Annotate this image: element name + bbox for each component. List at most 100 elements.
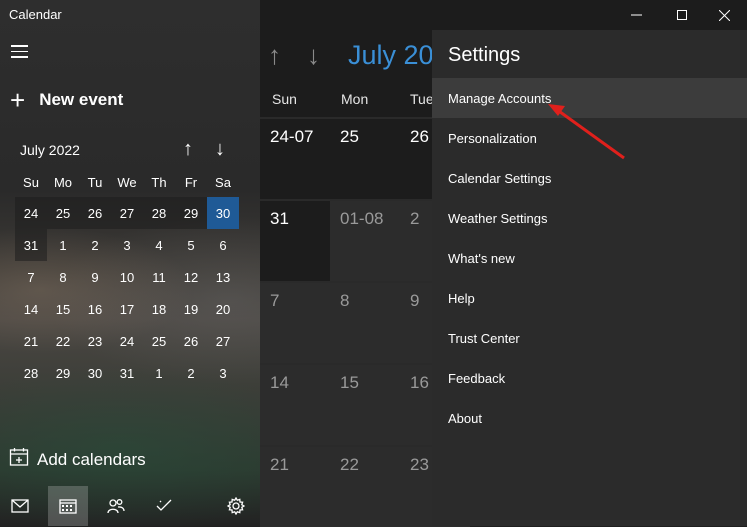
mini-calendar-day[interactable]: 27 [111, 197, 143, 229]
mini-calendar-day[interactable]: 17 [111, 293, 143, 325]
sidebar: Calendar + New event July 2022 ↑ ↓ Su Mo… [0, 0, 260, 526]
mini-calendar-day[interactable]: 24 [15, 197, 47, 229]
mini-calendar-day[interactable]: 31 [15, 229, 47, 261]
mini-calendar-day[interactable]: 31 [111, 357, 143, 389]
mini-calendar-week: 31 1 2 3 4 5 6 [15, 229, 239, 261]
day-cell[interactable]: 24-07 [260, 119, 330, 199]
mini-calendar-day[interactable]: 28 [15, 357, 47, 389]
weekday-header-row: Su Mo Tu We Th Fr Sa [15, 167, 239, 197]
day-number: 22 [340, 455, 359, 474]
mini-calendar-day[interactable]: 29 [47, 357, 79, 389]
day-header: Mon [341, 91, 369, 107]
day-number: 8 [340, 291, 350, 310]
add-calendars-label: Add calendars [37, 449, 146, 469]
settings-item-weather-settings[interactable]: Weather Settings [432, 198, 747, 238]
mini-calendar-day[interactable]: 18 [143, 293, 175, 325]
day-number: 21 [270, 455, 289, 474]
mini-calendar-day[interactable]: 12 [175, 261, 207, 293]
new-event-label: New event [39, 90, 124, 109]
weekday-header: Su [23, 174, 39, 190]
previous-period-arrow-icon[interactable]: ↑ [268, 40, 281, 70]
mini-calendar-day[interactable]: 22 [47, 325, 79, 357]
day-number: 31 [270, 209, 289, 228]
calendar-icon[interactable] [48, 486, 88, 526]
mini-calendar-day[interactable]: 24 [111, 325, 143, 357]
mini-calendar-day[interactable]: 7 [15, 261, 47, 293]
todo-icon[interactable] [144, 486, 184, 526]
add-calendars-button[interactable]: Add calendars [9, 447, 146, 472]
weekday-header: Mo [53, 174, 73, 190]
mini-calendar-day[interactable]: 26 [175, 325, 207, 357]
hamburger-menu-icon[interactable] [11, 45, 28, 58]
mini-calendar-day[interactable]: 6 [207, 229, 239, 261]
mini-calendar-day[interactable]: 1 [143, 357, 175, 389]
mini-calendar-day[interactable]: 28 [143, 197, 175, 229]
mini-calendar-day[interactable]: 13 [207, 261, 239, 293]
mini-calendar-day[interactable]: 29 [175, 197, 207, 229]
next-month-arrow-icon[interactable]: ↓ [215, 139, 225, 159]
mini-calendar-day[interactable]: 19 [175, 293, 207, 325]
day-cell[interactable]: 14 [260, 365, 330, 445]
day-number: 9 [410, 291, 420, 310]
maximize-button[interactable] [659, 0, 705, 30]
previous-month-arrow-icon[interactable]: ↑ [183, 139, 193, 159]
mini-calendar-day[interactable]: 15 [47, 293, 79, 325]
mini-calendar-day[interactable]: 11 [143, 261, 175, 293]
mini-calendar-day[interactable]: 4 [143, 229, 175, 261]
mini-calendar-day[interactable]: 23 [79, 325, 111, 357]
settings-item-whats-new[interactable]: What's new [432, 238, 747, 278]
mini-calendar-day[interactable]: 3 [111, 229, 143, 261]
day-cell[interactable]: 01-08 [330, 201, 400, 281]
mini-calendar-day[interactable]: 26 [79, 197, 111, 229]
mini-calendar-day[interactable]: 27 [207, 325, 239, 357]
day-cell[interactable]: 31 [260, 201, 330, 281]
mini-calendar-month-label[interactable]: July 2022 [20, 142, 80, 158]
settings-item-calendar-settings[interactable]: Calendar Settings [432, 158, 747, 198]
next-period-arrow-icon[interactable]: ↓ [307, 40, 320, 70]
settings-item-help[interactable]: Help [432, 278, 747, 318]
mini-calendar-day[interactable]: 10 [111, 261, 143, 293]
mini-calendar-day-selected[interactable]: 30 [207, 197, 239, 229]
day-header: Tue [410, 91, 434, 107]
new-event-button[interactable]: + New event [10, 87, 124, 113]
day-cell[interactable]: 15 [330, 365, 400, 445]
mini-calendar-grid: Su Mo Tu We Th Fr Sa 24 25 26 27 28 29 3… [15, 167, 239, 389]
mini-calendar-day[interactable]: 16 [79, 293, 111, 325]
mini-calendar-day[interactable]: 2 [175, 357, 207, 389]
mini-calendar-day[interactable]: 21 [15, 325, 47, 357]
day-cell[interactable]: 8 [330, 283, 400, 363]
people-icon[interactable] [96, 486, 136, 526]
day-number: 25 [340, 127, 359, 146]
mini-calendar-day[interactable]: 1 [47, 229, 79, 261]
mini-calendar-day[interactable]: 20 [207, 293, 239, 325]
settings-item-feedback[interactable]: Feedback [432, 358, 747, 398]
annotation-arrow-icon [548, 104, 625, 160]
mini-calendar-day[interactable]: 3 [207, 357, 239, 389]
settings-item-about[interactable]: About [432, 398, 747, 438]
mini-calendar-day[interactable]: 14 [15, 293, 47, 325]
mini-calendar-day[interactable]: 8 [47, 261, 79, 293]
day-number: 01-08 [340, 209, 384, 228]
day-cell[interactable]: 7 [260, 283, 330, 363]
mail-icon[interactable] [0, 486, 40, 526]
close-button[interactable] [701, 0, 747, 30]
day-number: 24-07 [270, 127, 314, 146]
mini-calendar-day[interactable]: 5 [175, 229, 207, 261]
mini-calendar-day[interactable]: 30 [79, 357, 111, 389]
mini-calendar-day[interactable]: 25 [47, 197, 79, 229]
mini-calendar-week: 24 25 26 27 28 29 30 [15, 197, 239, 229]
day-number: 26 [410, 127, 429, 146]
day-header: Sun [272, 91, 297, 107]
day-cell[interactable]: 21 [260, 447, 330, 527]
add-calendar-icon [9, 447, 29, 472]
day-cell[interactable]: 25 [330, 119, 400, 199]
mini-calendar-day[interactable]: 9 [79, 261, 111, 293]
settings-item-trust-center[interactable]: Trust Center [432, 318, 747, 358]
settings-gear-icon[interactable] [216, 486, 256, 526]
mini-calendar-week: 7 8 9 10 11 12 13 [15, 261, 239, 293]
minimize-button[interactable] [613, 0, 659, 30]
mini-calendar-day[interactable]: 2 [79, 229, 111, 261]
mini-calendar-day[interactable]: 25 [143, 325, 175, 357]
weekday-header: We [117, 174, 137, 190]
day-cell[interactable]: 22 [330, 447, 400, 527]
